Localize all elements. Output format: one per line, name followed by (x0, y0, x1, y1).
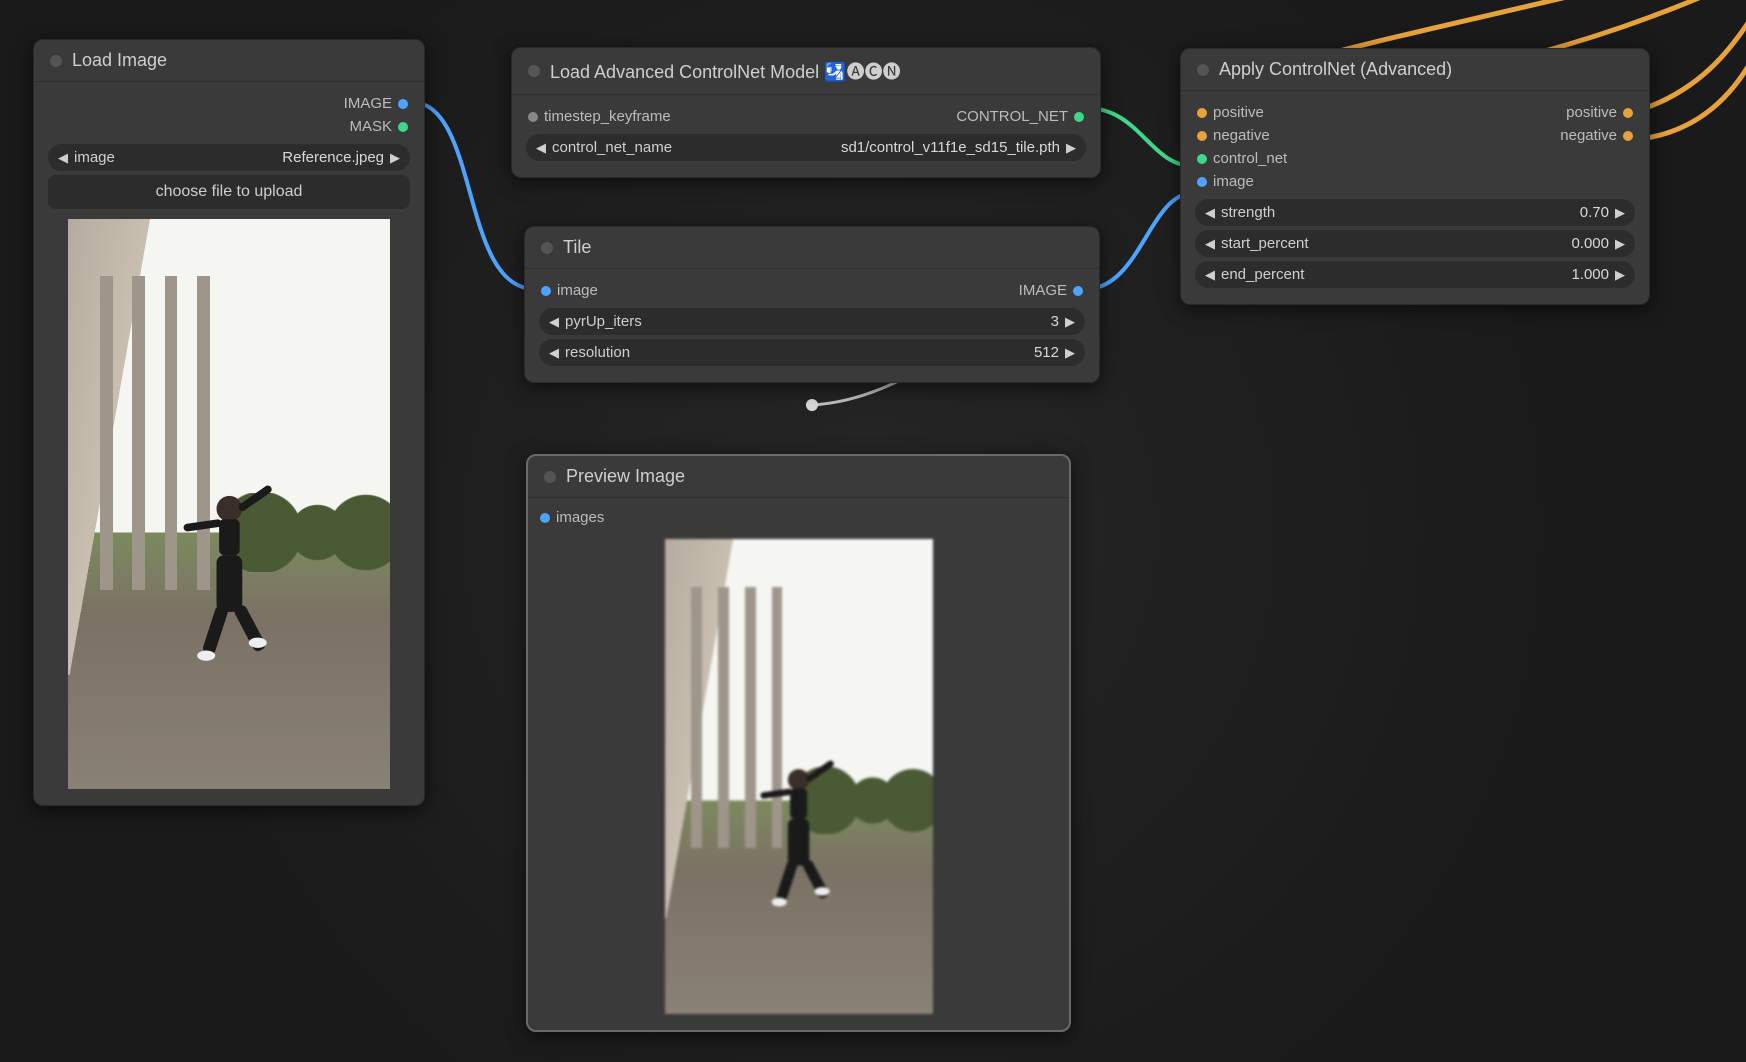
port-label: image (1213, 173, 1254, 190)
widget-label: control_net_name (546, 139, 678, 156)
output-port-image[interactable]: IMAGE (344, 92, 408, 115)
arrow-left-icon[interactable]: ◀ (1205, 267, 1215, 283)
port-dot-icon (1197, 108, 1207, 118)
node-load-acn[interactable]: Load Advanced ControlNet Model 🛂🅐🅒🅝 time… (511, 47, 1101, 178)
arrow-right-icon[interactable]: ▶ (1615, 267, 1625, 283)
arrow-right-icon[interactable]: ▶ (390, 150, 400, 166)
port-dot-icon (1073, 286, 1083, 296)
widget-label: end_percent (1215, 266, 1310, 283)
arrow-right-icon[interactable]: ▶ (1615, 236, 1625, 252)
collapse-dot-icon[interactable] (50, 55, 62, 67)
node-title: Load Advanced ControlNet Model 🛂🅐🅒🅝 (550, 58, 901, 84)
port-label: timestep_keyframe (544, 108, 671, 125)
arrow-left-icon[interactable]: ◀ (1205, 205, 1215, 221)
output-port-negative[interactable]: negative (1560, 124, 1633, 147)
upload-label: choose file to upload (156, 183, 303, 200)
widget-image-combo[interactable]: ◀ image Reference.jpeg ▶ (48, 144, 410, 171)
widget-value: 0.000 (1565, 235, 1615, 252)
image-preview[interactable] (68, 219, 390, 789)
port-label: control_net (1213, 150, 1287, 167)
input-port-positive[interactable]: positive (1197, 101, 1287, 124)
node-title: Load Image (72, 50, 167, 71)
arrow-left-icon[interactable]: ◀ (549, 314, 559, 330)
port-dot-icon (1197, 177, 1207, 187)
node-title: Apply ControlNet (Advanced) (1219, 59, 1452, 80)
upload-button[interactable]: choose file to upload (48, 175, 410, 209)
widget-value: sd1/control_v11f1e_sd15_tile.pth (835, 139, 1066, 156)
input-port-image[interactable]: image (1197, 170, 1287, 193)
widget-resolution[interactable]: ◀ resolution 512 ▶ (539, 339, 1085, 366)
port-label: positive (1213, 104, 1264, 121)
arrow-right-icon[interactable]: ▶ (1065, 345, 1075, 361)
port-label: IMAGE (344, 95, 392, 112)
node-header[interactable]: Apply ControlNet (Advanced) (1181, 49, 1649, 91)
output-port-positive[interactable]: positive (1566, 101, 1633, 124)
widget-label: strength (1215, 204, 1281, 221)
widget-label: image (68, 149, 121, 166)
input-port-images[interactable]: images (540, 506, 1057, 529)
node-preview-image[interactable]: Preview Image images (526, 454, 1071, 1032)
input-port-timestep-keyframe[interactable]: timestep_keyframe (528, 105, 671, 128)
output-port-mask[interactable]: MASK (349, 115, 408, 138)
port-label: image (557, 282, 598, 299)
port-label: negative (1560, 127, 1617, 144)
collapse-dot-icon[interactable] (1197, 64, 1209, 76)
widget-value: 512 (1028, 344, 1065, 361)
widget-label: resolution (559, 344, 636, 361)
arrow-right-icon[interactable]: ▶ (1615, 205, 1625, 221)
port-dot-icon (1197, 131, 1207, 141)
node-header[interactable]: Load Image (34, 40, 424, 82)
arrow-right-icon[interactable]: ▶ (1066, 140, 1076, 156)
arrow-left-icon[interactable]: ◀ (549, 345, 559, 361)
image-preview[interactable] (665, 539, 933, 1014)
output-port-image[interactable]: IMAGE (1019, 279, 1083, 302)
port-label: IMAGE (1019, 282, 1067, 299)
arrow-left-icon[interactable]: ◀ (536, 140, 546, 156)
widget-value: 1.000 (1565, 266, 1615, 283)
port-label: MASK (349, 118, 392, 135)
widget-value: 3 (1045, 313, 1065, 330)
port-dot-icon (1623, 131, 1633, 141)
port-dot-icon (398, 99, 408, 109)
input-port-image[interactable]: image (541, 279, 598, 302)
port-label: positive (1566, 104, 1617, 121)
port-label: CONTROL_NET (956, 108, 1068, 125)
collapse-dot-icon[interactable] (528, 65, 540, 77)
node-title: Preview Image (566, 466, 685, 487)
widget-pyrup-iters[interactable]: ◀ pyrUp_iters 3 ▶ (539, 308, 1085, 335)
port-dot-icon (1074, 112, 1084, 122)
port-dot-icon (540, 513, 550, 523)
port-dot-icon (541, 286, 551, 296)
node-title: Tile (563, 237, 591, 258)
arrow-left-icon[interactable]: ◀ (58, 150, 68, 166)
widget-control-net-name[interactable]: ◀ control_net_name sd1/control_v11f1e_sd… (526, 134, 1086, 161)
input-port-control-net[interactable]: control_net (1197, 147, 1287, 170)
widget-label: pyrUp_iters (559, 313, 648, 330)
widget-end-percent[interactable]: ◀ end_percent 1.000 ▶ (1195, 261, 1635, 288)
collapse-dot-icon[interactable] (544, 471, 556, 483)
collapse-dot-icon[interactable] (541, 242, 553, 254)
port-label: images (556, 509, 604, 526)
port-label: negative (1213, 127, 1270, 144)
node-load-image[interactable]: Load Image IMAGE MASK ◀ image Reference.… (33, 39, 425, 806)
widget-value: 0.70 (1574, 204, 1615, 221)
node-apply-controlnet[interactable]: Apply ControlNet (Advanced) positive neg… (1180, 48, 1650, 305)
widget-strength[interactable]: ◀ strength 0.70 ▶ (1195, 199, 1635, 226)
node-header[interactable]: Preview Image (528, 456, 1069, 498)
port-dot-icon (528, 112, 538, 122)
arrow-left-icon[interactable]: ◀ (1205, 236, 1215, 252)
input-port-negative[interactable]: negative (1197, 124, 1287, 147)
port-dot-icon (1197, 154, 1207, 164)
arrow-right-icon[interactable]: ▶ (1065, 314, 1075, 330)
widget-label: start_percent (1215, 235, 1315, 252)
output-port-control-net[interactable]: CONTROL_NET (956, 105, 1084, 128)
port-dot-icon (398, 122, 408, 132)
node-header[interactable]: Load Advanced ControlNet Model 🛂🅐🅒🅝 (512, 48, 1100, 95)
node-header[interactable]: Tile (525, 227, 1099, 269)
node-tile[interactable]: Tile image IMAGE ◀ pyrUp_iters 3 ▶ ◀ res… (524, 226, 1100, 383)
port-dot-icon (1623, 108, 1633, 118)
widget-value: Reference.jpeg (276, 149, 390, 166)
widget-start-percent[interactable]: ◀ start_percent 0.000 ▶ (1195, 230, 1635, 257)
